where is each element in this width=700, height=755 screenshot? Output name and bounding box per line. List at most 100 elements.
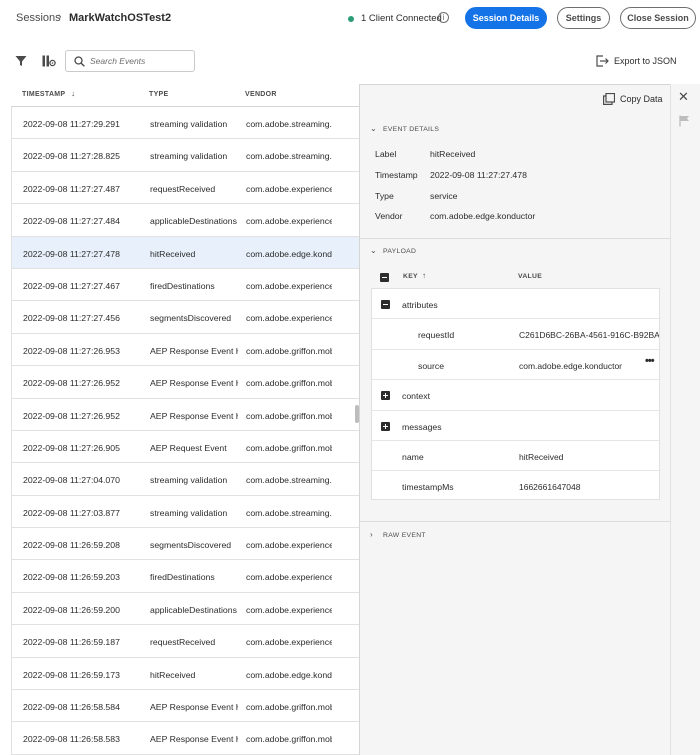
event-details-section-title[interactable]: EVENT DETAILS — [383, 126, 439, 133]
payload-key: attributes — [402, 300, 438, 310]
table-row[interactable]: 2022-09-08 11:26:58.584 AEP Response Even… — [12, 690, 359, 723]
table-row[interactable]: 2022-09-08 11:27:04.070 streaming validat… — [12, 463, 359, 496]
table-row[interactable]: 2022-09-08 11:26:59.187 requestReceived co… — [12, 625, 359, 658]
payload-key-column[interactable]: KEY — [403, 273, 418, 280]
close-panel-icon[interactable]: ✕ — [678, 89, 689, 105]
payload-row-timestampms[interactable]: timestampMs 1662661647048 — [372, 471, 659, 501]
event-vendor: com.adobe.griffon.mobile — [246, 442, 332, 453]
detail-vendor-key: Vendor — [375, 211, 403, 221]
payload-row-requestid[interactable]: requestId C261D6BC-26BA-4561-916C-B92BAE… — [372, 319, 659, 350]
sort-ascending-icon[interactable]: ↑ — [422, 271, 426, 280]
payload-row-source[interactable]: source com.adobe.edge.konductor ••• — [372, 350, 659, 381]
event-vendor: com.adobe.streaming.validation — [246, 507, 332, 518]
detail-type-value: service — [430, 191, 458, 201]
session-title: MarkWatchOSTest2 — [69, 12, 172, 24]
table-row[interactable]: 2022-09-08 11:26:58.583 AEP Response Even… — [12, 722, 359, 755]
connection-status-dot — [348, 16, 354, 22]
collapse-icon[interactable] — [381, 300, 390, 309]
payload-value: hitReceived — [519, 452, 564, 462]
table-row[interactable]: 2022-09-08 11:26:59.208 segmentsDiscovere… — [12, 528, 359, 561]
search-icon — [74, 56, 85, 67]
payload-section-title[interactable]: PAYLOAD — [383, 248, 416, 255]
event-vendor: com.adobe.streaming.validation — [246, 119, 332, 129]
section-divider — [360, 521, 670, 522]
event-type: streaming validation — [150, 151, 228, 162]
chevron-down-icon[interactable]: ⌄ — [370, 124, 377, 133]
column-type[interactable]: TYPE — [149, 91, 168, 98]
event-type: segmentsDiscovered — [150, 313, 232, 324]
event-type: AEP Response Event Handle — [150, 378, 238, 389]
more-actions-icon[interactable]: ••• — [645, 355, 655, 367]
settings-button[interactable]: Settings — [557, 7, 610, 29]
session-details-button[interactable]: Session Details — [465, 7, 547, 29]
payload-value: com.adobe.edge.konductor — [519, 360, 623, 371]
detail-timestamp-value: 2022-09-08 11:27:27.478 — [430, 170, 527, 180]
collapse-all-icon[interactable] — [380, 273, 389, 282]
payload-row-attributes[interactable]: attributes — [372, 289, 659, 320]
payload-row-context[interactable]: context — [372, 380, 659, 411]
table-row[interactable]: 2022-09-08 11:27:27.467 firedDestinations… — [12, 268, 359, 302]
chevron-right-icon[interactable]: › — [370, 530, 373, 539]
breadcrumb-separator: › — [58, 11, 62, 23]
event-timestamp: 2022-09-08 11:27:03.877 — [23, 507, 120, 518]
breadcrumb-sessions[interactable]: Sessions — [16, 12, 61, 24]
event-type: segmentsDiscovered — [150, 540, 232, 551]
table-row[interactable]: 2022-09-08 11:27:27.478 hitReceived com.ad… — [12, 236, 359, 269]
event-timestamp: 2022-09-08 11:26:59.208 — [23, 540, 120, 551]
event-type: AEP Response Event Handle — [150, 702, 238, 713]
table-row[interactable]: 2022-09-08 11:27:03.877 streaming validat… — [12, 495, 359, 529]
section-divider — [360, 238, 670, 239]
table-row[interactable]: 2022-09-08 11:27:26.953 AEP Response Even… — [12, 333, 359, 367]
detail-vendor-value: com.adobe.edge.konductor — [430, 211, 536, 221]
search-input[interactable] — [90, 54, 190, 68]
columns-settings-icon[interactable] — [42, 55, 56, 69]
column-timestamp[interactable]: TIMESTAMP — [22, 91, 65, 98]
detail-timestamp-key: Timestamp — [375, 170, 418, 180]
detail-label-value: hitReceived — [430, 149, 476, 159]
events-table-header: TIMESTAMP ↓ TYPE VENDOR — [11, 85, 359, 107]
info-icon[interactable]: i — [438, 12, 449, 23]
expand-icon[interactable] — [381, 391, 390, 401]
table-row[interactable]: 2022-09-08 11:27:27.456 segmentsDiscovere… — [12, 301, 359, 334]
event-vendor: com.adobe.griffon.mobile — [246, 702, 332, 713]
detail-side-rail — [670, 84, 700, 755]
search-box[interactable] — [65, 50, 195, 72]
event-timestamp: 2022-09-08 11:26:59.200 — [23, 604, 120, 615]
payload-row-name[interactable]: name hitReceived — [372, 441, 659, 472]
sort-descending-icon[interactable]: ↓ — [71, 89, 75, 98]
payload-key: requestId — [418, 330, 455, 341]
event-type: hitReceived — [150, 248, 196, 259]
table-row[interactable]: 2022-09-08 11:27:26.952 AEP Response Even… — [12, 366, 359, 399]
expand-icon[interactable] — [381, 421, 390, 431]
event-vendor: com.adobe.experience.platform — [246, 572, 332, 583]
table-row[interactable]: 2022-09-08 11:27:28.825 streaming validat… — [12, 139, 359, 172]
chevron-down-icon[interactable]: ⌄ — [370, 246, 377, 255]
event-vendor: com.adobe.streaming.validation — [246, 475, 332, 486]
export-label: Export to JSON — [614, 56, 677, 66]
payload-value-column: VALUE — [518, 273, 543, 280]
event-timestamp: 2022-09-08 11:26:58.583 — [23, 734, 120, 745]
filter-icon[interactable] — [15, 55, 27, 69]
table-row[interactable]: 2022-09-08 11:27:27.484 applicableDestina… — [12, 204, 359, 237]
event-timestamp: 2022-09-08 11:27:29.291 — [23, 119, 120, 129]
flag-icon[interactable] — [679, 115, 690, 129]
close-session-button[interactable]: Close Session — [620, 7, 696, 29]
payload-tree: attributes requestId C261D6BC-26BA-4561-… — [371, 288, 660, 500]
table-row[interactable]: 2022-09-08 11:26:59.200 applicableDestina… — [12, 592, 359, 626]
payload-row-messages[interactable]: messages — [372, 411, 659, 441]
event-vendor: com.adobe.experience.platform — [246, 313, 332, 324]
table-row[interactable]: 2022-09-08 11:27:29.291 streaming validat… — [12, 107, 359, 140]
table-row[interactable]: 2022-09-08 11:27:26.952 AEP Response Even… — [12, 398, 359, 431]
top-header: Sessions › MarkWatchOSTest2 1 Client Con… — [0, 0, 700, 38]
event-timestamp: 2022-09-08 11:27:26.905 — [23, 442, 120, 453]
event-timestamp: 2022-09-08 11:27:26.952 — [23, 410, 120, 421]
column-vendor[interactable]: VENDOR — [245, 91, 277, 98]
payload-value: 1662661647048 — [519, 482, 581, 493]
raw-event-section-title[interactable]: RAW EVENT — [383, 532, 426, 539]
event-type: AEP Response Event Handle — [150, 734, 238, 745]
table-row[interactable]: 2022-09-08 11:27:26.905 AEP Request Event… — [12, 430, 359, 464]
table-row[interactable]: 2022-09-08 11:27:27.487 requestReceived co… — [12, 171, 359, 205]
table-row[interactable]: 2022-09-08 11:26:59.203 firedDestinations… — [12, 560, 359, 593]
event-vendor: com.adobe.edge.konductor — [246, 669, 332, 680]
table-row[interactable]: 2022-09-08 11:26:59.173 hitReceived com.ad… — [12, 657, 359, 691]
